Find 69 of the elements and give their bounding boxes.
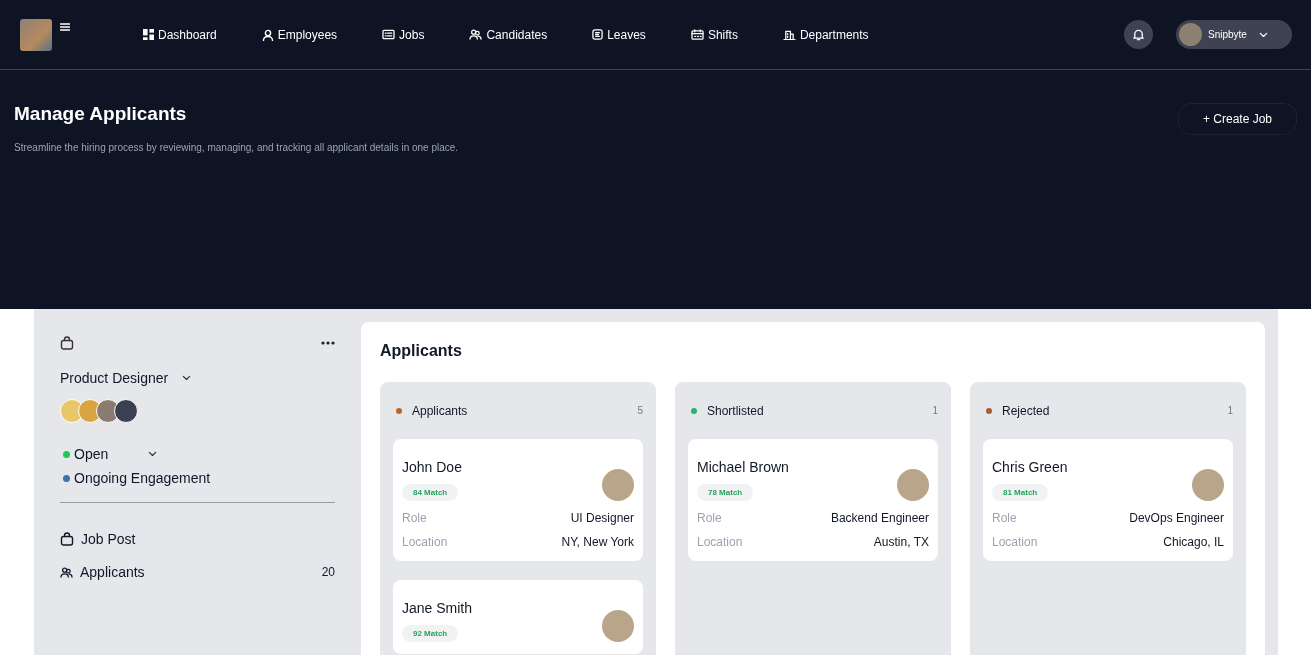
column-title: Applicants bbox=[412, 403, 468, 418]
column-count: 1 bbox=[932, 405, 938, 416]
field-value: Backend Engineer bbox=[830, 511, 929, 525]
chevron-down-icon bbox=[1258, 31, 1268, 38]
applicant-name: Michael Brown bbox=[697, 459, 789, 475]
field-value: DevOps Engineer bbox=[1129, 511, 1224, 525]
field-label: Location bbox=[697, 535, 743, 549]
applicant-card[interactable]: Michael Brown 78 Match Role Backend Engineer Location Austin, TX bbox=[688, 439, 938, 561]
document-icon bbox=[592, 29, 604, 40]
sidebar-item[interactable]: Applicants 20 bbox=[60, 564, 335, 580]
logo-image[interactable] bbox=[20, 18, 52, 51]
column-count: 5 bbox=[637, 405, 643, 416]
nav-link[interactable]: Dashboard bbox=[143, 27, 217, 42]
field-label: Location bbox=[992, 535, 1038, 549]
field-value: Austin, TX bbox=[873, 535, 929, 549]
nav-link[interactable]: Employees bbox=[261, 27, 338, 42]
page-subtitle: Streamline the hiring process by reviewing, managing, and tracking all applicant details in one place. bbox=[14, 142, 459, 153]
field-label: Location bbox=[402, 535, 448, 549]
match-badge: 81 Match bbox=[992, 484, 1049, 501]
calendar-icon bbox=[690, 29, 704, 40]
notification-bell-icon[interactable] bbox=[1124, 20, 1153, 49]
match-badge: 78 Match bbox=[697, 484, 754, 501]
avatar bbox=[602, 610, 634, 642]
id-card-icon bbox=[382, 29, 396, 40]
menu-icon[interactable] bbox=[60, 22, 70, 31]
avatar bbox=[602, 469, 634, 501]
sidebar-item[interactable]: Job Post bbox=[60, 531, 335, 547]
panel-title: Applicants bbox=[380, 342, 463, 360]
job-title: Product Designer bbox=[60, 370, 169, 386]
nav-link[interactable]: Jobs bbox=[382, 27, 425, 42]
nav-link[interactable]: Candidates bbox=[469, 27, 548, 42]
applicant-card[interactable]: Jane Smith 92 Match bbox=[393, 580, 643, 654]
avatar bbox=[1192, 469, 1224, 501]
people-icon bbox=[60, 566, 73, 578]
avatar bbox=[1179, 23, 1202, 46]
person-icon bbox=[261, 28, 274, 41]
nav-link[interactable]: Leaves bbox=[592, 27, 646, 42]
field-value: Chicago, IL bbox=[1163, 535, 1224, 549]
avatar bbox=[114, 399, 138, 423]
nav-link[interactable]: Shifts bbox=[690, 27, 738, 42]
building-icon bbox=[782, 29, 796, 40]
chevron-down-icon[interactable] bbox=[182, 375, 192, 381]
grid-icon bbox=[143, 29, 154, 40]
field-value: NY, New York bbox=[561, 535, 634, 549]
applicant-name: John Doe bbox=[402, 459, 462, 475]
page-title: Manage Applicants bbox=[14, 103, 188, 125]
avatar bbox=[897, 469, 929, 501]
match-badge: 92 Match bbox=[402, 625, 459, 642]
column-title: Shortlisted bbox=[707, 403, 764, 418]
column-count: 1 bbox=[1227, 405, 1233, 416]
applicant-card[interactable]: John Doe 84 Match Role UI Designer Location NY, New York bbox=[393, 439, 643, 561]
status-label: Ongoing Engagement bbox=[74, 470, 211, 486]
shopping-bag-icon bbox=[60, 336, 74, 350]
status-label[interactable]: Open bbox=[74, 446, 109, 462]
applicant-name: Jane Smith bbox=[402, 600, 473, 616]
field-value: UI Designer bbox=[570, 511, 634, 525]
field-label: Role bbox=[697, 511, 722, 525]
more-options-icon[interactable] bbox=[321, 341, 335, 345]
field-label: Role bbox=[402, 511, 427, 525]
column-title: Rejected bbox=[1002, 403, 1050, 418]
chevron-down-icon[interactable] bbox=[148, 451, 158, 457]
user-menu[interactable]: Snipbyte bbox=[1176, 20, 1292, 49]
match-badge: 84 Match bbox=[402, 484, 459, 501]
nav-link[interactable]: Departments bbox=[782, 27, 869, 42]
shopping-bag-icon bbox=[60, 532, 74, 546]
applicant-card[interactable]: Chris Green 81 Match Role DevOps Engineer Location Chicago, IL bbox=[983, 439, 1233, 561]
applicant-name: Chris Green bbox=[992, 459, 1068, 475]
people-icon bbox=[469, 29, 483, 40]
field-label: Role bbox=[992, 511, 1017, 525]
